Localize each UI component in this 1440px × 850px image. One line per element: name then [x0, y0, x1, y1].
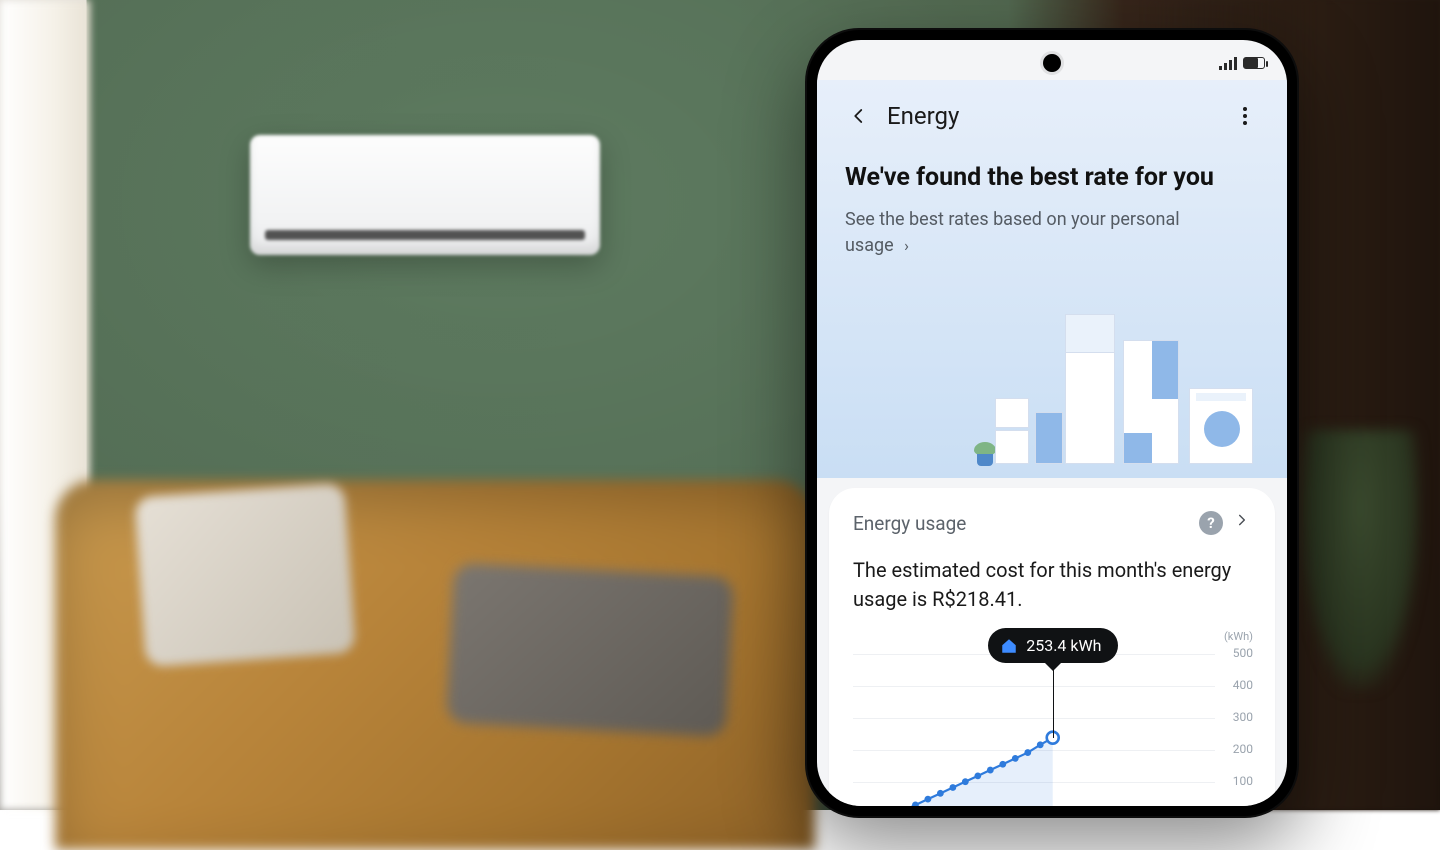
chart-plot-area	[853, 642, 1215, 806]
card-header: Energy usage ?	[853, 510, 1251, 536]
appliance-mid-icon	[1035, 412, 1063, 464]
plant	[1300, 430, 1420, 690]
y-tick-300: 300	[1233, 710, 1253, 724]
back-button[interactable]	[845, 102, 873, 130]
cost-value: R$218.41	[932, 587, 1017, 611]
y-tick-200: 200	[1233, 742, 1253, 756]
y-tick-500: 500	[1233, 646, 1253, 660]
air-conditioner	[250, 135, 600, 255]
fridge-icon	[1123, 340, 1179, 464]
energy-usage-card[interactable]: Energy usage ? The estimated cost for th…	[829, 488, 1275, 806]
app-header: Energy	[845, 96, 1259, 136]
chevron-left-icon	[850, 107, 868, 125]
card-body-text: The estimated cost for this month's ener…	[853, 556, 1251, 614]
more-vertical-icon	[1243, 107, 1247, 111]
chart-tooltip: 253.4 kWh	[988, 628, 1117, 663]
battery-icon	[1243, 57, 1265, 69]
hero-subtitle-text: See the best rates based on your persona…	[845, 209, 1180, 256]
help-icon[interactable]: ?	[1199, 511, 1223, 535]
hero-card: Energy We've found the best rate for you…	[817, 80, 1287, 478]
chevron-right-icon[interactable]	[1233, 510, 1251, 536]
app-screen: Energy We've found the best rate for you…	[817, 40, 1287, 806]
chart-highlight-line	[1053, 669, 1054, 738]
washer-icon	[1189, 388, 1253, 464]
page-title: Energy	[887, 102, 1217, 130]
y-tick-100: 100	[1233, 774, 1253, 788]
cost-text-suffix: .	[1017, 587, 1022, 611]
pillow	[134, 483, 355, 667]
hero-subtitle-link[interactable]: See the best rates based on your persona…	[845, 207, 1205, 259]
y-axis-unit: (kWh)	[1224, 630, 1253, 643]
appliance-small-icon	[995, 430, 1029, 464]
appliances-illustration	[977, 282, 1277, 472]
cost-text-prefix: The estimated cost for this month's ener…	[853, 558, 1231, 611]
phone-frame: Energy We've found the best rate for you…	[805, 28, 1299, 818]
more-button[interactable]	[1231, 104, 1259, 128]
usage-chart[interactable]: 253.4 kWh (kWh) 500 400 300 200 100 000	[853, 634, 1251, 806]
phone-screen-surface: Energy We've found the best rate for you…	[817, 40, 1287, 806]
y-tick-400: 400	[1233, 678, 1253, 692]
tooltip-value: 253.4 kWh	[1026, 636, 1101, 655]
appliance-small-top-icon	[995, 398, 1029, 428]
camera-punch-hole	[1043, 54, 1061, 72]
signal-icon	[1219, 56, 1237, 70]
throw-blanket	[446, 563, 734, 737]
card-title: Energy usage	[853, 512, 1189, 535]
fridge-tall-icon	[1065, 314, 1115, 464]
hero-heading: We've found the best rate for you	[845, 162, 1259, 193]
home-icon	[1000, 637, 1018, 655]
chevron-right-icon: ›	[904, 236, 909, 255]
